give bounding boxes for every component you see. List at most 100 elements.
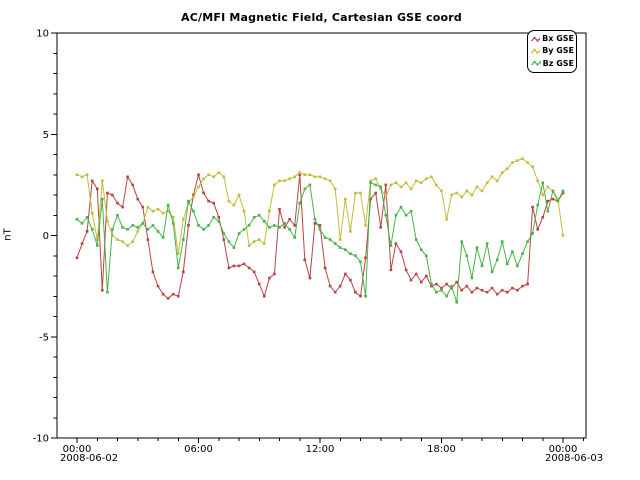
series-marker-by-gse [233, 204, 236, 207]
series-marker-bx-gse [415, 273, 418, 276]
series-marker-by-gse [420, 182, 423, 185]
legend: Bx GSE By GSE Bz GSE [527, 30, 577, 73]
series-marker-by-gse [364, 224, 367, 227]
series-marker-by-gse [491, 176, 494, 179]
series-marker-bz-gse [425, 254, 428, 257]
series-marker-by-gse [217, 171, 220, 174]
series-marker-by-gse [531, 165, 534, 168]
series-marker-bx-gse [182, 271, 185, 274]
series-marker-by-gse [547, 186, 550, 189]
series-marker-by-gse [243, 210, 246, 213]
series-marker-by-gse [76, 173, 79, 176]
series-marker-by-gse [101, 180, 104, 183]
series-marker-bx-gse [324, 267, 327, 270]
series-marker-bx-gse [405, 269, 408, 272]
series-marker-bx-gse [547, 200, 550, 203]
legend-label-by-gse: By GSE [542, 47, 574, 55]
series-marker-by-gse [309, 173, 312, 176]
series-marker-bx-gse [172, 293, 175, 296]
series-marker-bx-gse [106, 192, 109, 195]
series-marker-bx-gse [157, 285, 160, 288]
series-marker-bz-gse [136, 226, 139, 229]
series-marker-bz-gse [147, 228, 150, 231]
series-marker-bx-gse [121, 206, 124, 209]
series-marker-by-gse [430, 176, 433, 179]
series-marker-by-gse [460, 196, 463, 199]
series-marker-by-gse [91, 212, 94, 215]
series-marker-by-gse [212, 176, 215, 179]
series-marker-by-gse [481, 190, 484, 193]
series-marker-bz-gse [430, 283, 433, 286]
series-marker-by-gse [298, 171, 301, 174]
series-marker-bz-gse [192, 210, 195, 213]
series-marker-by-gse [304, 173, 307, 176]
x-tick-label: 00:00 [549, 444, 578, 455]
series-marker-bx-gse [283, 226, 286, 229]
series-marker-by-gse [516, 159, 519, 162]
series-marker-bz-gse [481, 265, 484, 268]
series-marker-by-gse [526, 161, 529, 164]
series-marker-by-gse [395, 182, 398, 185]
series-marker-bz-gse [157, 230, 160, 233]
series-marker-by-gse [471, 194, 474, 197]
series-marker-bz-gse [167, 204, 170, 207]
series-marker-bx-gse [445, 283, 448, 286]
series-marker-bz-gse [228, 240, 231, 243]
series-marker-bz-gse [491, 271, 494, 274]
series-marker-bx-gse [339, 285, 342, 288]
series-marker-bz-gse [526, 240, 529, 243]
series-marker-bx-gse [506, 291, 509, 294]
series-marker-by-gse [440, 190, 443, 193]
series-marker-by-gse [415, 180, 418, 183]
series-marker-bx-gse [212, 202, 215, 205]
series-marker-bx-gse [268, 277, 271, 280]
series-marker-bx-gse [354, 291, 357, 294]
series-marker-bz-gse [182, 238, 185, 241]
series-marker-by-gse [136, 230, 139, 233]
series-marker-bx-gse [349, 279, 352, 282]
series-marker-bz-gse [496, 259, 499, 262]
series-marker-by-gse [293, 176, 296, 179]
series-marker-by-gse [506, 167, 509, 170]
series-marker-by-gse [192, 196, 195, 199]
series-marker-bz-gse [471, 277, 474, 280]
series-marker-bx-gse [385, 184, 388, 187]
series-marker-bx-gse [359, 295, 362, 298]
series-marker-bz-gse [364, 295, 367, 298]
x-tick-label: 12:00 [306, 444, 335, 455]
series-marker-bx-gse [152, 271, 155, 274]
series-marker-bx-gse [410, 279, 413, 282]
series-marker-bz-gse [81, 222, 84, 225]
series-marker-bz-gse [385, 214, 388, 217]
series-marker-bx-gse [552, 198, 555, 201]
series-marker-bz-gse [455, 301, 458, 304]
series-marker-bx-gse [142, 206, 145, 209]
series-marker-bz-gse [111, 228, 114, 231]
legend-label-bz-gse: Bz GSE [543, 60, 574, 68]
legend-label-bx-gse: Bx GSE [542, 35, 574, 43]
series-marker-bx-gse [521, 285, 524, 288]
series-marker-bz-gse [248, 224, 251, 227]
series-marker-by-gse [521, 157, 524, 160]
series-marker-bx-gse [243, 263, 246, 266]
series-marker-bx-gse [288, 218, 291, 221]
series-marker-by-gse [324, 178, 327, 181]
series-marker-bx-gse [197, 173, 200, 176]
series-marker-bz-gse [177, 267, 180, 270]
series-marker-by-gse [86, 173, 89, 176]
series-marker-by-gse [273, 184, 276, 187]
series-marker-bx-gse [400, 250, 403, 253]
series-marker-by-gse [126, 244, 129, 247]
series-marker-bz-gse [420, 248, 423, 251]
series-marker-by-gse [405, 182, 408, 185]
series-marker-bx-gse [435, 283, 438, 286]
series-marker-bz-gse [238, 232, 241, 235]
series-marker-by-gse [238, 194, 241, 197]
series-marker-bx-gse [536, 228, 539, 231]
series-marker-by-gse [339, 238, 342, 241]
series-marker-by-gse [496, 180, 499, 183]
series-marker-bx-gse [86, 230, 89, 233]
y-tick-label: 10 [36, 29, 49, 40]
series-marker-bz-gse [379, 186, 382, 189]
series-marker-bz-gse [476, 246, 479, 249]
